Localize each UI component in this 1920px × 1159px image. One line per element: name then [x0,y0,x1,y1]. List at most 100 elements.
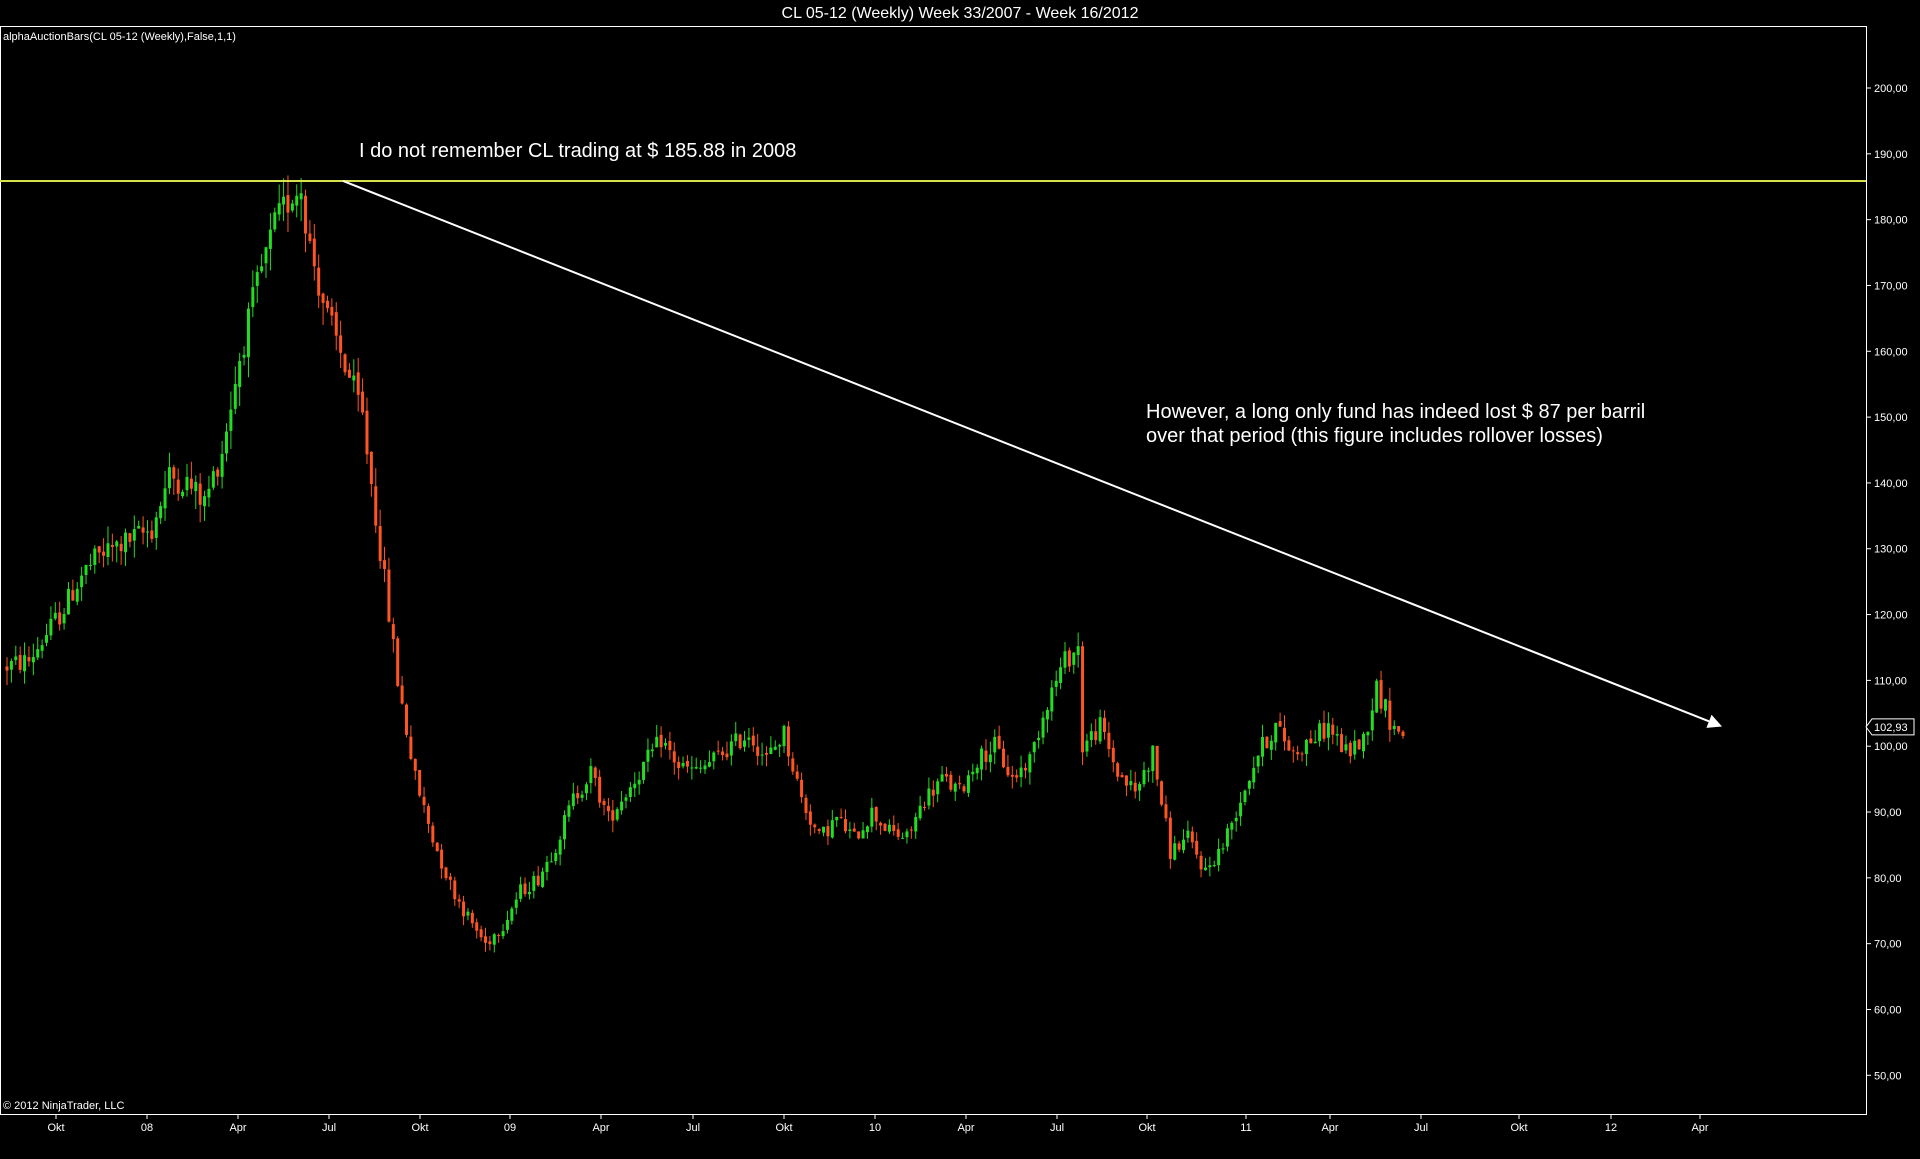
candle-body [409,736,413,759]
y-tick-label: 200,00 [1874,83,1908,95]
candle-body [738,734,742,749]
candle-body [1089,731,1093,740]
candle-body [1120,775,1124,778]
candle-body [36,649,40,658]
candle-body [1076,646,1080,656]
candle-body [637,779,641,785]
candle-body [391,624,395,640]
candle-body [1261,736,1265,757]
candle-body [387,569,391,622]
candle-body [694,767,698,769]
candle-body [1313,741,1317,744]
candle-body [312,238,316,267]
candle-body [163,488,167,509]
candle-body [1230,822,1234,830]
candle-body [422,796,426,806]
candle-body [690,767,694,769]
x-tick-label: Apr [1321,1122,1338,1134]
candle-body [330,306,334,316]
candle-body [440,849,444,869]
x-tick-label: Okt [775,1122,792,1134]
candle-body [374,486,378,526]
candle-body [343,354,347,373]
candle-body [1256,755,1260,767]
candle-body [536,875,540,886]
candle-body [839,816,843,818]
candle-body [1151,745,1155,772]
candle-body [646,749,650,762]
candle-body [1155,745,1159,780]
candle-body [971,771,975,775]
candle-body [93,548,97,565]
candle-body [185,476,189,491]
candle-body [751,735,755,746]
x-tick-label: 09 [504,1122,516,1134]
candle-body [830,820,834,838]
candle-body [251,287,255,308]
candle-body [1370,710,1374,731]
candle-body [102,551,106,556]
candle-body [80,575,84,588]
candle-body [975,767,979,774]
x-tick-label: 10 [869,1122,881,1134]
candle-body [655,736,659,748]
candle-body [66,588,70,615]
candle-body [304,195,308,234]
candle-body [225,431,228,454]
candle-body [1340,734,1344,753]
candle-body [475,922,479,931]
price-chart[interactable]: 200,00 190,00 180,00 170,00 160,00 150,00 140,… [0,0,1920,1159]
candle-body [1291,750,1295,752]
candle-body [1309,738,1313,744]
candle-body [826,826,830,837]
candle-body [31,657,35,663]
candle-body [835,816,839,821]
candle-body [1107,732,1111,750]
candle-body [808,811,812,825]
candle-body [1116,763,1120,777]
candle-body [1199,855,1203,870]
x-tick-label: Jul [1050,1122,1064,1134]
candle-body [1124,775,1128,786]
candle-body [132,529,136,541]
candle-body [1015,775,1019,778]
candle-body [470,912,474,924]
x-tick-label: 11 [1240,1122,1251,1134]
candle-body [88,564,92,566]
y-tick-label: 60,00 [1874,1004,1902,1016]
candle-body [211,471,215,488]
candle-body [773,746,777,750]
candle-body [721,751,725,756]
candle-body [1247,780,1251,789]
candle-body [865,826,869,833]
candle-body [347,369,351,378]
candle-body [549,861,553,863]
candle-body [501,931,505,937]
candle-body [558,839,562,855]
candle-body [216,469,220,477]
candle-body [1278,721,1282,727]
candle-body [944,774,948,777]
candle-body [1002,748,1006,768]
candle-body [1203,867,1207,871]
candle-body [286,195,290,213]
candle-body [453,880,457,900]
candle-body [756,746,760,756]
candle-body [672,751,676,763]
candle-body [400,685,404,704]
candle-body [45,635,49,643]
trend-arrow[interactable] [342,180,1722,728]
y-tick-label: 170,00 [1874,280,1908,292]
candle-body [1296,752,1300,755]
candle-body [1388,700,1392,730]
candle-body [936,781,940,795]
candle-body [150,530,154,539]
annotation-high-price: I do not remember CL trading at $ 185.88… [359,140,797,162]
candle-body [962,786,966,792]
candle-body [325,300,329,309]
candle-body [923,807,927,809]
y-tick-label: 190,00 [1874,149,1908,161]
candle-body [1045,709,1049,720]
candle-body [23,655,27,672]
candle-body [444,867,448,879]
